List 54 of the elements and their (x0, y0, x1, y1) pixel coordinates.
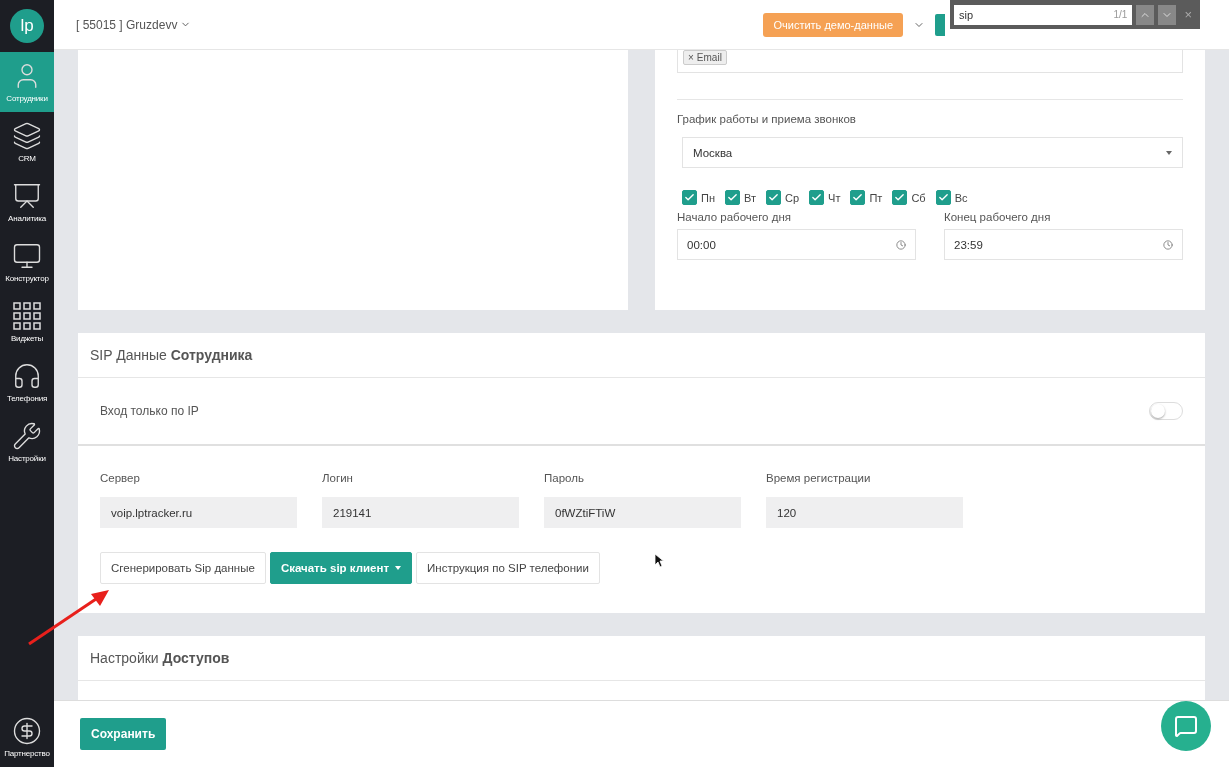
monitor-icon (12, 241, 42, 271)
field-label: Конец рабочего дня (944, 211, 1052, 223)
action-button[interactable]: Инструкция по SIP телефонии (416, 552, 600, 584)
presentation-board-icon (12, 181, 42, 211)
field-label: Сервер (100, 472, 141, 484)
readonly-field[interactable]: 219141 (322, 497, 519, 528)
tags-field[interactable]: × Email (677, 50, 1183, 73)
header-button[interactable] (935, 13, 945, 36)
field-label: Начало рабочего дня (677, 211, 792, 223)
sidebar-item[interactable]: Аналитика (0, 172, 54, 232)
headset-icon (12, 361, 42, 391)
chat-button[interactable] (1161, 701, 1211, 751)
previous-match-button[interactable] (1136, 4, 1155, 25)
day-checkbox[interactable]: Пт (850, 190, 883, 205)
caret-icon (1166, 150, 1172, 155)
day-checkbox[interactable]: Ср (766, 190, 800, 205)
mouse-cursor-icon (654, 553, 664, 568)
field-label: Пароль (544, 472, 585, 484)
toggle-switch[interactable] (1149, 402, 1183, 420)
sidebar-item[interactable]: Виджеты (0, 292, 54, 352)
account-selector[interactable]: [ 55015 ] Gruzdevv (76, 17, 192, 32)
day-checkbox[interactable]: Вс (935, 190, 968, 205)
section-title: Настройки Доступов (78, 636, 1205, 681)
layers-icon (12, 121, 42, 151)
sidebar-item[interactable]: Конструктор (0, 232, 54, 292)
setting-label: Вход только по IP (100, 404, 199, 418)
day-checkbox[interactable]: Чт (809, 190, 841, 205)
sidebar-item[interactable]: Телефония (0, 352, 54, 412)
readonly-field[interactable]: 120 (766, 497, 963, 528)
clock-icon (896, 239, 906, 250)
find-field[interactable]: sip 1/1 (954, 4, 1133, 25)
day-checkbox[interactable]: Вт (725, 190, 756, 205)
field-label: Логин (322, 472, 354, 484)
day-checkbox[interactable]: Пн (682, 190, 715, 205)
action-button[interactable]: Сгенерировать Sip данные (100, 552, 266, 584)
readonly-field[interactable]: voip.lptracker.ru (100, 497, 297, 528)
field-label: График работы и приема звонков (677, 113, 857, 125)
dollar-coin-icon (12, 716, 42, 746)
grid-icon (12, 301, 42, 331)
field-label: Время регистрации (766, 472, 872, 484)
wrench-icon (12, 421, 42, 451)
clock-icon (1163, 239, 1173, 250)
sidebar-item[interactable]: Настройки (0, 412, 54, 472)
day-checkbox[interactable]: Сб (892, 190, 926, 205)
readonly-field[interactable]: 0fWZtiFTiW (544, 497, 741, 528)
sidebar-item[interactable]: CRM (0, 112, 54, 172)
sidebar-item[interactable]: Партнерство (0, 707, 54, 767)
tag[interactable]: × Email (683, 50, 727, 65)
chat-icon (1174, 714, 1198, 738)
time-field[interactable]: 00:00 (677, 229, 916, 260)
next-match-button[interactable] (1158, 4, 1177, 25)
section-title: SIP Данные Сотрудника (78, 333, 1205, 378)
time-field[interactable]: 23:59 (944, 229, 1183, 260)
timezone-select[interactable]: Москва (682, 137, 1183, 168)
